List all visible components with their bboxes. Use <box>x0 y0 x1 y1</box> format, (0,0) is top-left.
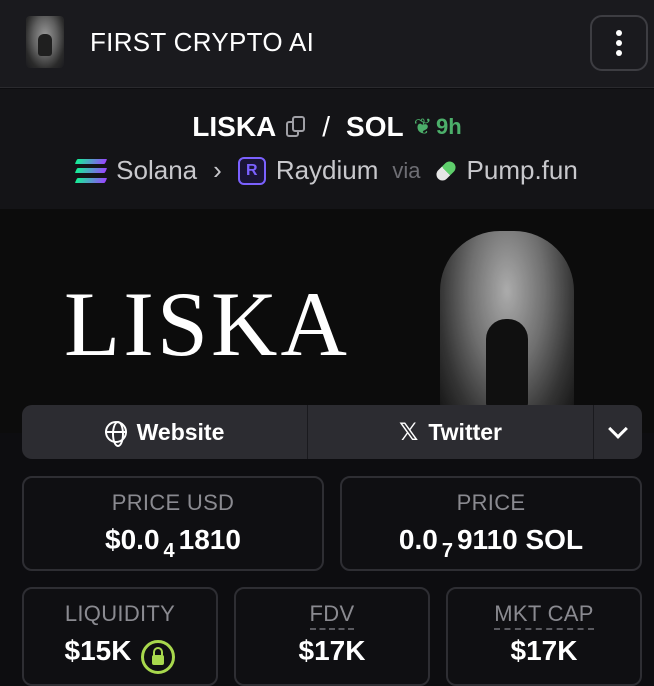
lock-icon[interactable] <box>141 640 176 674</box>
dex-link[interactable]: Raydium <box>276 155 379 186</box>
raydium-icon: R <box>237 156 266 185</box>
liquidity-card: LIQUIDITY $15K <box>22 587 218 686</box>
fdv-value: $17K <box>298 635 366 666</box>
price-usd-card: PRICE USD $0.0 4 1810 <box>22 476 324 571</box>
website-label: Website <box>136 418 225 445</box>
pill-icon <box>433 158 458 183</box>
chevron-down-icon <box>608 419 628 439</box>
chain-link[interactable]: Solana <box>116 155 197 186</box>
mkt-cap-card: MKT CAP $17K <box>446 587 642 686</box>
pair-age-value: 9h <box>436 114 462 139</box>
chain-breadcrumb: Solana › R Raydium via Pump.fun <box>0 155 654 186</box>
social-links-bar: Website 𝕏 Twitter <box>22 405 642 459</box>
solana-icon <box>75 158 108 183</box>
price-usd-label: PRICE USD <box>111 490 235 515</box>
website-button[interactable]: Website <box>22 405 308 459</box>
pair-row: LISKA / SOL ❦ 9h <box>0 111 654 143</box>
globe-icon <box>104 421 127 447</box>
twitter-button[interactable]: 𝕏 Twitter <box>308 405 594 459</box>
price-usd-value: $0.0 4 1810 <box>105 524 241 562</box>
chevron-right-icon: › <box>213 155 222 185</box>
liquidity-value: $15K <box>24 635 216 674</box>
copy-icon[interactable] <box>286 116 306 138</box>
price-native-label: PRICE <box>456 490 526 515</box>
kebab-menu-icon <box>616 30 622 36</box>
fdv-card: FDV $17K <box>234 587 430 686</box>
launchpad-link[interactable]: Pump.fun <box>467 155 578 186</box>
quote-symbol: SOL <box>346 111 404 142</box>
mkt-cap-value: $17K <box>510 635 578 666</box>
brand-title: FIRST CRYPTO AI <box>90 27 315 57</box>
app-header: FIRST CRYPTO AI <box>0 0 654 88</box>
price-native-value: 0.0 7 9110 SOL <box>398 524 584 562</box>
twitter-label: Twitter <box>428 418 503 445</box>
pair-age: ❦ 9h <box>414 114 462 140</box>
banner-title: LISKA <box>64 273 350 375</box>
fdv-label[interactable]: FDV <box>309 601 355 630</box>
pair-separator: / <box>322 111 331 142</box>
sprout-icon: ❦ <box>413 114 433 139</box>
price-native-card: PRICE 0.0 7 9110 SOL <box>340 476 642 571</box>
x-logo-icon: 𝕏 <box>398 418 419 446</box>
token-banner: LISKA <box>0 209 654 433</box>
liquidity-label: LIQUIDITY <box>64 601 176 626</box>
via-label: via <box>392 157 421 183</box>
kebab-menu-button[interactable] <box>590 15 648 71</box>
token-logo-icon <box>26 16 64 68</box>
mkt-cap-label[interactable]: MKT CAP <box>494 601 594 630</box>
more-links-button[interactable] <box>594 405 642 459</box>
base-symbol: LISKA <box>192 111 277 142</box>
pair-info: LISKA / SOL ❦ 9h Solana › R Raydium via … <box>0 89 654 209</box>
banner-art <box>440 231 574 431</box>
